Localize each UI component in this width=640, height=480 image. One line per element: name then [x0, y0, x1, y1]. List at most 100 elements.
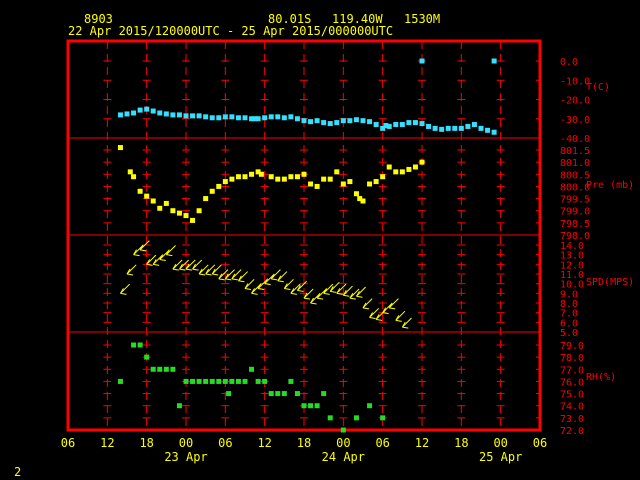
- wind-barb: [277, 271, 288, 283]
- y-tick-label: 76.0: [560, 377, 584, 388]
- wind-barb: [139, 240, 150, 252]
- y-tick-label: 79.0: [560, 341, 584, 352]
- x-tick-label: 00: [493, 436, 507, 450]
- rh-point: [249, 366, 255, 372]
- wind-barb-head: [212, 273, 219, 276]
- rh-point: [262, 378, 268, 384]
- pressure-point: [235, 174, 241, 180]
- pressure-point: [196, 208, 202, 214]
- wind-barb-head: [284, 288, 291, 290]
- temp-point: [235, 115, 241, 121]
- pressure-point: [131, 174, 137, 180]
- rh-point: [216, 378, 222, 384]
- temp-point: [406, 120, 412, 126]
- wind-barb-head: [271, 278, 278, 281]
- pressure-point: [393, 169, 399, 175]
- rh-point: [308, 403, 314, 409]
- y-tick-label: 798.5: [560, 219, 590, 230]
- rh-point: [288, 378, 294, 384]
- temp-point: [419, 58, 425, 64]
- grid: [68, 41, 540, 431]
- wind-barb-head: [323, 292, 330, 295]
- rh-point: [235, 378, 241, 384]
- wind-barb: [297, 280, 307, 292]
- wind-barb-head: [258, 288, 265, 290]
- pressure-point: [281, 176, 287, 182]
- x-tick-label: 12: [415, 436, 429, 450]
- rh-point: [117, 378, 123, 384]
- pressure-point: [176, 210, 182, 216]
- temp-point: [360, 118, 366, 124]
- pressure-point: [360, 198, 366, 204]
- wind-barb-head: [251, 292, 258, 295]
- temp-point: [478, 125, 484, 131]
- axes: 0.0-10.0-20.0-30.0-40.0T(C)801.5801.0800…: [61, 57, 634, 464]
- y-tick-label: 801.0: [560, 158, 590, 169]
- wind-barb-head: [264, 283, 271, 286]
- temp-point: [170, 112, 176, 118]
- x-tick-label: 06: [61, 436, 75, 450]
- pressure-point: [347, 179, 353, 185]
- temp-point: [399, 122, 405, 128]
- wind-barb-head: [199, 273, 206, 276]
- wind-barb-head: [362, 307, 370, 310]
- pressure-point: [321, 176, 327, 182]
- pressure-point: [249, 171, 255, 177]
- temp-point: [144, 106, 150, 112]
- wind-barb-head: [369, 317, 376, 319]
- temp-point: [163, 111, 169, 117]
- pressure-point: [327, 176, 333, 182]
- rh-point: [294, 391, 300, 397]
- wind-barb-head: [185, 268, 193, 271]
- x-tick-label: 12: [100, 436, 114, 450]
- panel-label-pressure: Pre (mb): [586, 180, 634, 191]
- pressure-point: [117, 145, 123, 151]
- wind-barb-head: [389, 307, 396, 310]
- wind-barb-head: [146, 263, 153, 266]
- rh-point: [170, 366, 176, 372]
- y-tick-label: 73.0: [560, 414, 584, 425]
- rh-point: [327, 415, 333, 421]
- wind-barb: [283, 278, 294, 290]
- wind-barb-head: [205, 273, 212, 276]
- station-elevation: 1530M: [404, 12, 440, 26]
- pressure-point: [314, 183, 320, 189]
- temp-point: [458, 125, 464, 131]
- pressure-point: [242, 174, 248, 180]
- pressure-point: [412, 164, 418, 170]
- rh-point: [275, 391, 281, 397]
- x-tick-label: 12: [257, 436, 271, 450]
- rh-point: [281, 391, 287, 397]
- pressure-point: [229, 176, 235, 182]
- temp-point: [471, 122, 477, 128]
- pressure-point: [294, 174, 300, 180]
- temp-point: [491, 129, 497, 135]
- rh-point: [209, 378, 215, 384]
- panel-label-temp: T(C): [586, 82, 610, 93]
- pressure-point: [190, 217, 196, 223]
- pressure-point: [209, 188, 215, 194]
- temp-point: [412, 120, 418, 126]
- wind-barb-head: [231, 278, 238, 281]
- temp-point: [196, 113, 202, 119]
- pressure-point: [258, 171, 264, 177]
- temp-point: [452, 125, 458, 131]
- temp-point: [209, 115, 215, 121]
- rh-point: [229, 378, 235, 384]
- pressure-point: [367, 181, 373, 187]
- wind-barb: [303, 288, 314, 300]
- temp-point: [137, 107, 143, 113]
- pressure-point: [150, 198, 156, 204]
- y-tick-label: 801.5: [560, 146, 590, 157]
- temp-point: [150, 108, 156, 114]
- temp-point: [288, 114, 294, 120]
- temp-point: [373, 122, 379, 128]
- pressure-point: [222, 179, 228, 185]
- header: 8903 80.01S 119.40W 1530M 22 Apr 2015/12…: [68, 12, 440, 38]
- temp-point: [131, 110, 137, 116]
- temp-point: [216, 115, 222, 121]
- rh-point: [242, 378, 248, 384]
- wind-barb-head: [297, 289, 304, 292]
- wind-barb-head: [225, 278, 232, 281]
- wind-barb: [172, 259, 183, 271]
